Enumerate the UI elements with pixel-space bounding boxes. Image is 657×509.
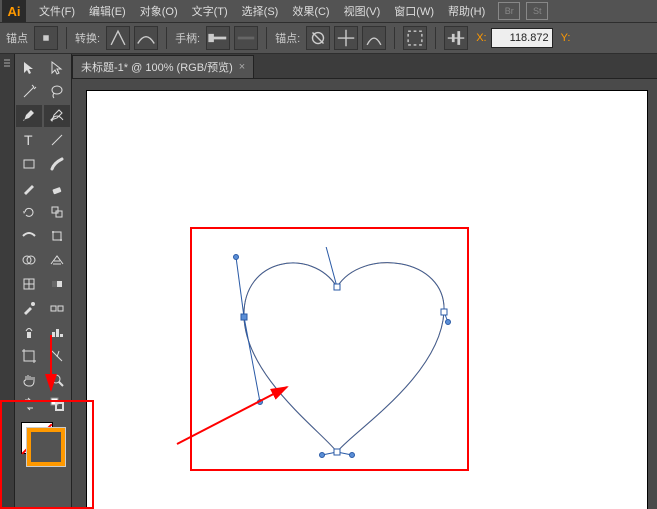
anchor-path-btn[interactable] bbox=[362, 26, 386, 50]
isolate-btn[interactable] bbox=[403, 26, 427, 50]
symbol-sprayer-tool[interactable] bbox=[16, 321, 42, 343]
canvas-viewport[interactable] bbox=[72, 79, 657, 509]
rectangle-tool[interactable] bbox=[16, 153, 42, 175]
line-segment-tool[interactable] bbox=[44, 129, 70, 151]
shape-builder-tool[interactable] bbox=[16, 249, 42, 271]
x-label: X: bbox=[476, 32, 486, 44]
blend-tool[interactable] bbox=[44, 297, 70, 319]
handle-show-btn[interactable] bbox=[206, 26, 230, 50]
mesh-tool[interactable] bbox=[16, 273, 42, 295]
curvature-tool[interactable] bbox=[44, 105, 70, 127]
width-tool[interactable] bbox=[16, 225, 42, 247]
magic-wand-tool[interactable] bbox=[16, 81, 42, 103]
anchor-mode-btn[interactable] bbox=[34, 26, 58, 50]
menu-file[interactable]: 文件(F) bbox=[32, 0, 82, 22]
document-tab-bar: 未标题-1* @ 100% (RGB/预览) × bbox=[72, 54, 657, 79]
eraser-tool[interactable] bbox=[44, 177, 70, 199]
dock-column bbox=[0, 54, 15, 509]
convert-corner-btn[interactable] bbox=[106, 26, 130, 50]
direct-selection-tool[interactable] bbox=[44, 57, 70, 79]
menu-object[interactable]: 对象(O) bbox=[133, 0, 185, 22]
lasso-tool[interactable] bbox=[44, 81, 70, 103]
free-transform-tool[interactable] bbox=[44, 225, 70, 247]
anchor2-label: 锚点: bbox=[275, 30, 300, 46]
slice-tool[interactable] bbox=[44, 345, 70, 367]
handle-hide-btn[interactable] bbox=[234, 26, 258, 50]
anchor-add-btn[interactable] bbox=[334, 26, 358, 50]
eyedropper-tool[interactable] bbox=[16, 297, 42, 319]
stroke-color-box[interactable] bbox=[27, 428, 65, 466]
menu-effect[interactable]: 效果(C) bbox=[285, 0, 336, 22]
menu-help[interactable]: 帮助(H) bbox=[441, 0, 492, 22]
options-bar: 锚点 转换: 手柄: 锚点: X: 118.872 Y: bbox=[0, 22, 657, 54]
document-tab[interactable]: 未标题-1* @ 100% (RGB/预览) × bbox=[72, 55, 254, 78]
app-logo: Ai bbox=[2, 0, 26, 22]
heart-path-object[interactable] bbox=[222, 247, 482, 487]
menu-window[interactable]: 窗口(W) bbox=[387, 0, 441, 22]
stock-icon[interactable]: St bbox=[526, 2, 548, 20]
convert-smooth-btn[interactable] bbox=[134, 26, 158, 50]
column-graph-tool[interactable] bbox=[44, 321, 70, 343]
y-label: Y: bbox=[561, 32, 571, 44]
anchor-del-btn[interactable] bbox=[306, 26, 330, 50]
canvas-area: 未标题-1* @ 100% (RGB/预览) × bbox=[72, 54, 657, 509]
bridge-icon[interactable]: Br bbox=[498, 2, 520, 20]
type-tool[interactable]: T bbox=[16, 129, 42, 151]
default-fill-stroke-icon[interactable] bbox=[44, 393, 70, 415]
paintbrush-tool[interactable] bbox=[44, 153, 70, 175]
handle-label: 手柄: bbox=[175, 30, 200, 46]
menu-bar: Ai 文件(F) 编辑(E) 对象(O) 文字(T) 选择(S) 效果(C) 视… bbox=[0, 0, 657, 22]
menu-edit[interactable]: 编辑(E) bbox=[82, 0, 133, 22]
fill-stroke-color-well[interactable] bbox=[21, 422, 65, 466]
convert-label: 转换: bbox=[75, 30, 100, 46]
pen-tool[interactable] bbox=[16, 105, 42, 127]
toolbox: T bbox=[15, 54, 72, 509]
anchor-label: 锚点 bbox=[6, 30, 28, 46]
scale-tool[interactable] bbox=[44, 201, 70, 223]
rotate-tool[interactable] bbox=[16, 201, 42, 223]
align-btn[interactable] bbox=[444, 26, 468, 50]
gradient-tool[interactable] bbox=[44, 273, 70, 295]
artboard-tool[interactable] bbox=[16, 345, 42, 367]
toggle-fill-stroke-icon[interactable] bbox=[16, 393, 42, 415]
close-tab-icon[interactable]: × bbox=[239, 61, 245, 73]
pencil-tool[interactable] bbox=[16, 177, 42, 199]
svg-text:T: T bbox=[24, 132, 33, 148]
dock-toggle-icon[interactable] bbox=[2, 58, 12, 68]
zoom-tool[interactable] bbox=[44, 369, 70, 391]
menu-select[interactable]: 选择(S) bbox=[235, 0, 286, 22]
x-value-field[interactable]: 118.872 bbox=[491, 28, 553, 48]
document-tab-title: 未标题-1* @ 100% (RGB/预览) bbox=[81, 59, 233, 75]
hand-tool[interactable] bbox=[16, 369, 42, 391]
menu-view[interactable]: 视图(V) bbox=[337, 0, 388, 22]
perspective-grid-tool[interactable] bbox=[44, 249, 70, 271]
selection-tool[interactable] bbox=[16, 57, 42, 79]
menu-text[interactable]: 文字(T) bbox=[185, 0, 235, 22]
